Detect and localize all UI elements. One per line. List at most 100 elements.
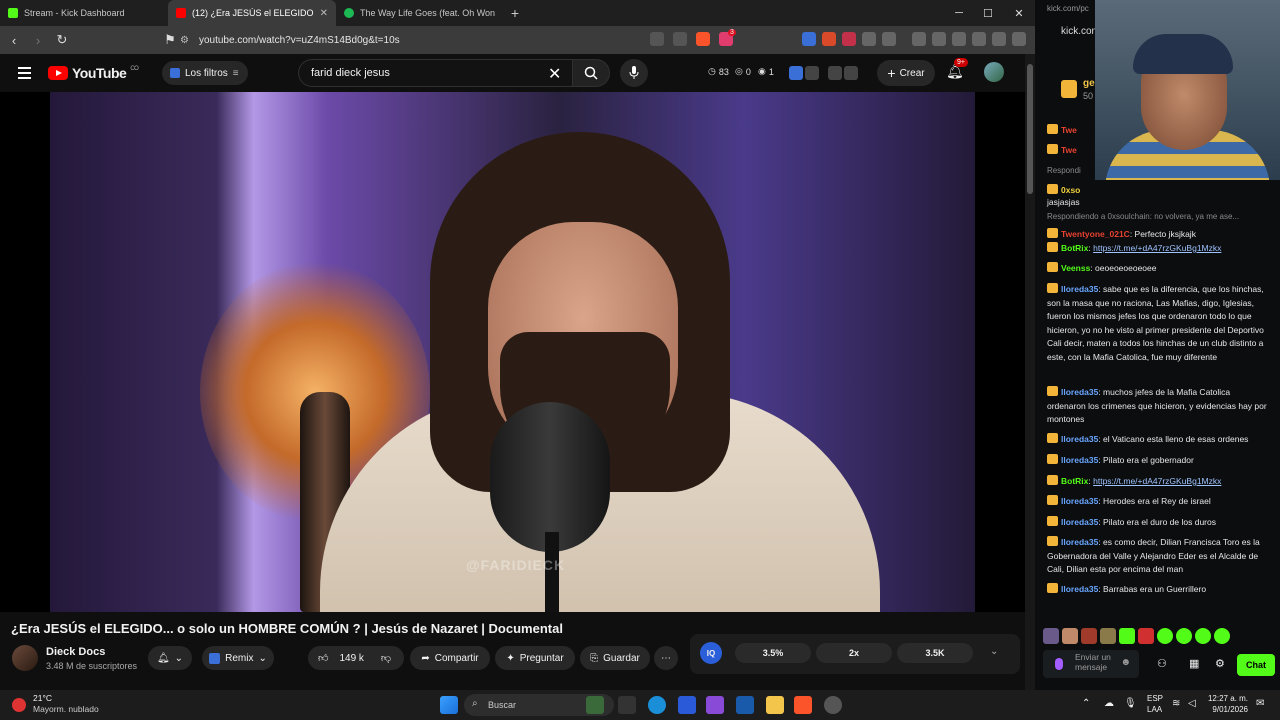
minimize-icon[interactable]: ─ [944, 0, 974, 26]
volume-icon[interactable]: ◁ [1188, 698, 1196, 709]
settings-gear-icon[interactable]: ⚙ [1215, 657, 1225, 670]
thumbs-down-icon[interactable]: 👎︎ [381, 652, 391, 664]
emote-icon[interactable] [1119, 628, 1135, 644]
send-chat-button[interactable]: Chat [1237, 654, 1275, 676]
ask-button[interactable]: ✦ Preguntar [495, 646, 575, 670]
wallet-icon[interactable] [952, 32, 966, 46]
keyboard-layout[interactable]: LAA [1147, 705, 1162, 714]
chat-username[interactable]: lloreda35 [1061, 584, 1098, 594]
channel-name[interactable]: Dieck Docs [46, 646, 105, 658]
chat-input[interactable]: Enviar un mensaje ☻ [1043, 650, 1139, 678]
sidebar-icon[interactable] [932, 32, 946, 46]
new-tab-button[interactable]: + [504, 0, 526, 26]
network-icon[interactable]: ☁ [1104, 698, 1114, 709]
chat-username[interactable]: 0xso [1061, 185, 1080, 195]
chat-link[interactable]: https://t.me/+dA47rzGKuBg1Mzkx [1093, 243, 1221, 253]
emote-icon[interactable] [1138, 628, 1154, 644]
emote-icon[interactable] [1081, 628, 1097, 644]
brave-browser-icon[interactable] [794, 696, 812, 714]
chat-username[interactable]: lloreda35 [1061, 537, 1098, 547]
filters-button[interactable]: Los filtros ≡ [162, 61, 248, 85]
clear-search-icon[interactable]: ✕ [548, 64, 561, 84]
chat-username[interactable]: lloreda35 [1061, 387, 1098, 397]
chat-username[interactable]: Twentyone_021C [1061, 229, 1130, 239]
chat-username[interactable]: lloreda35 [1061, 517, 1098, 527]
notification-center-icon[interactable]: ✉ [1256, 698, 1264, 709]
copilot-icon[interactable] [706, 696, 724, 714]
trophy-icon[interactable] [828, 66, 842, 80]
extension-icon[interactable] [822, 32, 836, 46]
emote-icon[interactable] [1176, 628, 1192, 644]
reload-icon[interactable]: ↻ [52, 30, 72, 50]
extensions-puzzle-icon[interactable] [882, 32, 896, 46]
search-button[interactable] [572, 59, 610, 87]
site-info-icon[interactable]: ⚙ [180, 35, 189, 46]
chat-username[interactable]: lloreda35 [1061, 496, 1098, 506]
account-avatar[interactable] [984, 62, 1004, 82]
forward-icon[interactable]: › [28, 30, 48, 50]
chevron-down-icon[interactable]: ⌄ [990, 646, 998, 657]
mic-tray-icon[interactable]: 🎙︎ [1124, 698, 1137, 709]
subscribed-bell-button[interactable]: 🔔︎ ⌄ [148, 646, 192, 670]
video-player[interactable]: @FARIDIECK [0, 92, 1025, 612]
widget-icon[interactable] [586, 696, 604, 714]
search-input[interactable]: farid dieck jesus [298, 59, 572, 87]
wifi-icon[interactable]: ≋ [1172, 698, 1180, 709]
extension-icon[interactable] [862, 32, 876, 46]
iq-logo-icon[interactable]: IQ [700, 642, 722, 664]
chat-username[interactable]: BotRix [1061, 243, 1088, 253]
cart-icon[interactable]: ⚇ [1157, 657, 1167, 670]
leo-ai-icon[interactable] [972, 32, 986, 46]
close-window-icon[interactable]: ✕ [1004, 0, 1034, 26]
extension-icon[interactable] [842, 32, 856, 46]
obs-icon[interactable] [824, 696, 842, 714]
vpn-icon[interactable] [992, 32, 1006, 46]
back-icon[interactable]: ‹ [4, 30, 24, 50]
rocket-icon[interactable] [844, 66, 858, 80]
store-app-icon[interactable] [736, 696, 754, 714]
media-icon[interactable] [912, 32, 926, 46]
clock-date[interactable]: 9/01/2026 [1204, 705, 1248, 714]
chat-username[interactable]: BotRix [1061, 476, 1088, 486]
weather-icon[interactable] [12, 698, 26, 712]
chat-username[interactable]: Twe [1061, 125, 1077, 135]
task-view-icon[interactable] [618, 696, 636, 714]
reply-reference[interactable]: Respondiendo a 0xsoulchain: no volvera, … [1047, 212, 1239, 221]
hamburger-menu-icon[interactable] [18, 67, 31, 79]
cast-icon[interactable] [650, 32, 664, 46]
tab-youtube[interactable]: (12) ¿Era JESÚS el ELEGIDO... ✕ [168, 0, 336, 26]
store-icon[interactable]: ▦ [1189, 657, 1199, 670]
list-icon[interactable] [805, 66, 819, 80]
iq-extension-icon[interactable] [789, 66, 803, 80]
clock-time[interactable]: 12:27 a. m. [1204, 694, 1248, 703]
start-menu-icon[interactable] [440, 696, 458, 714]
channel-avatar[interactable] [12, 645, 38, 671]
close-tab-icon[interactable]: ✕ [320, 8, 328, 19]
chat-username[interactable]: lloreda35 [1061, 455, 1098, 465]
chevron-up-icon[interactable]: ⌃ [1082, 698, 1090, 709]
language-code[interactable]: ESP [1147, 694, 1163, 703]
emote-icon[interactable] [1157, 628, 1173, 644]
brave-shield-icon[interactable] [696, 32, 710, 46]
create-button[interactable]: + Crear [877, 60, 935, 86]
share-icon[interactable] [673, 32, 687, 46]
share-button[interactable]: ➦ Compartir [410, 646, 490, 670]
emote-icon[interactable] [1062, 628, 1078, 644]
emote-icon[interactable] [1195, 628, 1211, 644]
mic-icon[interactable] [1055, 658, 1063, 670]
translate-extension-icon[interactable] [802, 32, 816, 46]
file-explorer-icon[interactable] [766, 696, 784, 714]
app-icon[interactable] [678, 696, 696, 714]
tab-kick-dashboard[interactable]: Stream - Kick Dashboard [0, 0, 168, 26]
like-button[interactable]: 👍︎ 149 k 👎︎ [308, 646, 404, 670]
save-button[interactable]: ⎘ Guardar [580, 646, 650, 670]
emote-icon[interactable] [1043, 628, 1059, 644]
emote-icon[interactable] [1100, 628, 1116, 644]
chat-link[interactable]: https://t.me/+dA47rzGKuBg1Mzkx [1093, 476, 1221, 486]
scroll-thumb[interactable] [1027, 64, 1033, 194]
maximize-icon[interactable]: ☐ [973, 0, 1003, 26]
reply-reference[interactable]: Respondi [1047, 166, 1081, 175]
page-scrollbar[interactable] [1025, 54, 1035, 690]
emoji-icon[interactable]: ☻ [1120, 658, 1131, 668]
bookmark-icon[interactable]: ⚑ [160, 30, 180, 50]
